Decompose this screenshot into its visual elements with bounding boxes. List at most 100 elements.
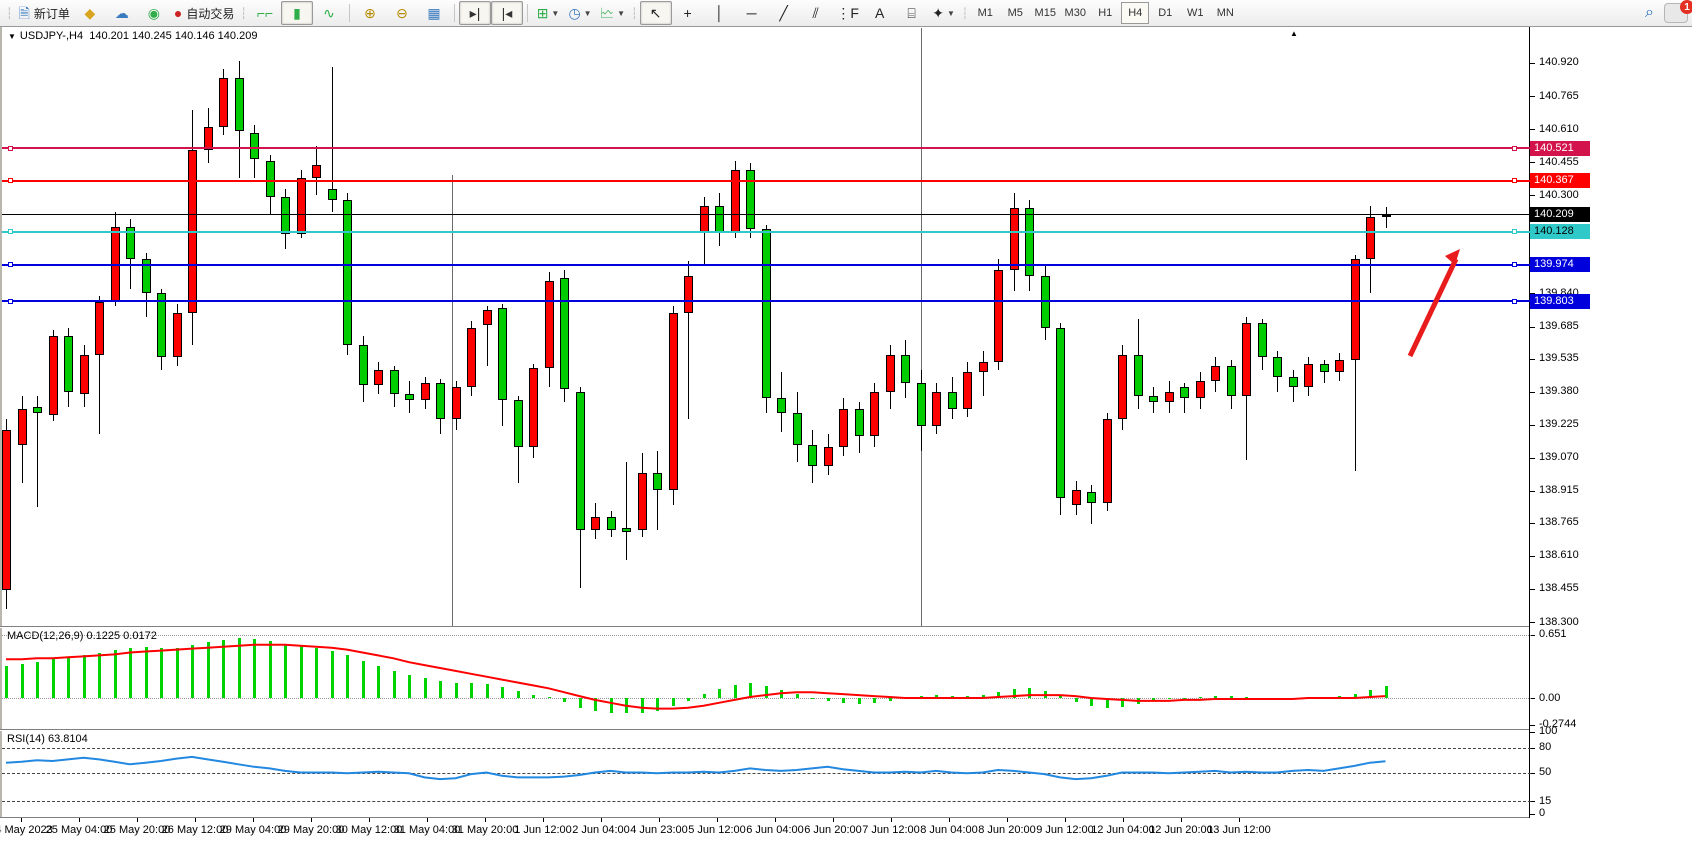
- crosshair-button[interactable]: +: [672, 1, 704, 25]
- cursor-button[interactable]: ↖: [640, 1, 672, 25]
- time-axis-tick: [949, 818, 950, 822]
- horizontal-line-icon: ─: [747, 6, 757, 20]
- time-axis-tick: [1065, 818, 1066, 822]
- zoom-in-icon: ⊕: [364, 6, 376, 20]
- time-axis-tick: [833, 818, 834, 822]
- signals-button[interactable]: ◉: [138, 1, 170, 25]
- time-axis-tick: [601, 818, 602, 822]
- time-axis-label: 25 May 04:00: [46, 824, 113, 836]
- auto-scroll-button[interactable]: ▸|: [459, 1, 491, 25]
- timeframe-m30[interactable]: M30: [1061, 2, 1089, 24]
- time-axis-tick: [1181, 818, 1182, 822]
- zoom-in-button[interactable]: ⊕: [354, 1, 386, 25]
- time-axis-label: 1 Jun 12:00: [514, 824, 572, 836]
- price-level-badge: 140.521: [1530, 141, 1590, 156]
- zoom-out-button[interactable]: ⊖: [386, 1, 418, 25]
- indicators-button-dropdown-arrow[interactable]: ▼: [551, 9, 559, 18]
- main-chart-pane[interactable]: ▼USDJPY-,H4 140.201 140.245 140.146 140.…: [0, 27, 1531, 626]
- time-axis-label: 31 May 20:00: [452, 824, 519, 836]
- chart-shift-button[interactable]: |◂: [491, 1, 523, 25]
- toolbar-separator: [349, 4, 350, 22]
- price-level-badge: 139.974: [1530, 257, 1590, 272]
- price-axis[interactable]: 140.920140.765140.610140.455140.300139.8…: [1529, 27, 1692, 818]
- time-axis-label: 4 Jun 23:00: [630, 824, 688, 836]
- time-axis-label: 13 Jun 12:00: [1207, 824, 1271, 836]
- market-watch-button[interactable]: ☁: [106, 1, 138, 25]
- toolbar-grip: ┆: [240, 7, 247, 20]
- fibonacci-icon: ⋮F: [836, 6, 859, 20]
- bar-chart-button[interactable]: ⌐⌐: [249, 1, 281, 25]
- time-axis-tick: [1123, 818, 1124, 822]
- templates-button[interactable]: 🗠▼: [596, 1, 629, 25]
- timeframe-m5[interactable]: M5: [1001, 2, 1029, 24]
- text-button[interactable]: A: [864, 1, 896, 25]
- arrows-button[interactable]: ✦▼: [928, 1, 960, 25]
- toolbar-grip: ┆: [962, 7, 969, 20]
- tile-windows-button[interactable]: ▦: [418, 1, 450, 25]
- time-axis-tick: [195, 818, 196, 822]
- toolbar-separator: [527, 4, 528, 22]
- tile-windows-icon: ▦: [427, 6, 440, 20]
- timeframe-m1[interactable]: M1: [971, 2, 999, 24]
- price-axis-label: 139.225: [1539, 418, 1579, 430]
- templates-icon: 🗠: [600, 6, 614, 20]
- auto-trading-button[interactable]: ●自动交易: [170, 1, 238, 25]
- macd-pane[interactable]: MACD(12,26,9) 0.1225 0.0172: [0, 628, 1531, 729]
- rsi-axis-label: 80: [1539, 741, 1551, 753]
- label-button[interactable]: ⌸: [896, 1, 928, 25]
- timeframe-mn[interactable]: MN: [1211, 2, 1239, 24]
- notifications-icon[interactable]: 1: [1664, 3, 1688, 23]
- timeframe-m15[interactable]: M15: [1031, 2, 1059, 24]
- bar-chart-icon: ⌐⌐: [257, 6, 273, 20]
- timeframe-h4[interactable]: H4: [1121, 2, 1149, 24]
- arrows-button-dropdown-arrow[interactable]: ▼: [947, 9, 955, 18]
- periods-button[interactable]: ◷▼: [564, 1, 596, 25]
- trendline-button[interactable]: ╱: [768, 1, 800, 25]
- chart-ohlc-readout: 140.201 140.245 140.146 140.209: [89, 30, 257, 42]
- periods-button-dropdown-arrow[interactable]: ▼: [584, 9, 592, 18]
- charts-button[interactable]: ◆: [74, 1, 106, 25]
- line-chart-button[interactable]: ∿: [313, 1, 345, 25]
- scroll-end-marker: ▲: [1290, 29, 1298, 38]
- new-order-button[interactable]: 🗎新订单: [15, 1, 74, 25]
- channel-button[interactable]: ⫽: [800, 1, 832, 25]
- toolbar: ┆🗎新订单◆☁◉●自动交易┆⌐⌐▮∿⊕⊖▦▸||◂⊞▼◷▼🗠▼┆↖+│─╱⫽⋮F…: [0, 0, 1692, 27]
- time-axis-tick: [427, 818, 428, 822]
- time-axis[interactable]: 24 May 202325 May 04:0025 May 20:0026 Ma…: [0, 818, 1692, 841]
- vertical-line-button[interactable]: │: [704, 1, 736, 25]
- indicators-button[interactable]: ⊞▼: [532, 1, 564, 25]
- price-axis-label: 140.610: [1539, 123, 1579, 135]
- time-axis-label: 6 Jun 20:00: [804, 824, 862, 836]
- rsi-pane[interactable]: RSI(14) 63.8104: [0, 731, 1531, 817]
- time-axis-label: 2 Jun 04:00: [572, 824, 630, 836]
- timeframe-w1[interactable]: W1: [1181, 2, 1209, 24]
- zoom-out-icon: ⊖: [396, 6, 408, 20]
- price-axis-label: 139.685: [1539, 320, 1579, 332]
- timeframe-h1[interactable]: H1: [1091, 2, 1119, 24]
- price-axis-label: 138.300: [1539, 616, 1579, 628]
- chart-shift-icon: |◂: [502, 6, 513, 20]
- trendline-icon: ╱: [779, 6, 787, 20]
- price-axis-label: 138.610: [1539, 549, 1579, 561]
- templates-button-dropdown-arrow[interactable]: ▼: [617, 9, 625, 18]
- price-axis-label: 140.300: [1539, 189, 1579, 201]
- time-axis-label: 5 Jun 12:00: [688, 824, 746, 836]
- time-axis-label: 31 May 04:00: [394, 824, 461, 836]
- periods-icon: ◷: [568, 6, 580, 20]
- toolbar-right-group: ⌕1: [1645, 3, 1688, 23]
- time-axis-tick: [775, 818, 776, 822]
- candlestick-chart-button[interactable]: ▮: [281, 1, 313, 25]
- search-icon[interactable]: ⌕: [1645, 4, 1654, 22]
- red-up-arrow[interactable]: [2, 27, 1531, 626]
- price-axis-label: 139.380: [1539, 385, 1579, 397]
- chart-dropdown-triangle[interactable]: ▼: [8, 32, 16, 41]
- timeframe-d1[interactable]: D1: [1151, 2, 1179, 24]
- horizontal-line-button[interactable]: ─: [736, 1, 768, 25]
- candlestick-chart-icon: ▮: [293, 6, 301, 20]
- indicators-icon: ⊞: [537, 6, 549, 20]
- chart-header: ▼USDJPY-,H4 140.201 140.245 140.146 140.…: [8, 30, 257, 42]
- fibonacci-button[interactable]: ⋮F: [832, 1, 864, 25]
- time-axis-label: 6 Jun 04:00: [746, 824, 804, 836]
- auto-trading-button-label: 自动交易: [186, 5, 234, 22]
- time-axis-tick: [485, 818, 486, 822]
